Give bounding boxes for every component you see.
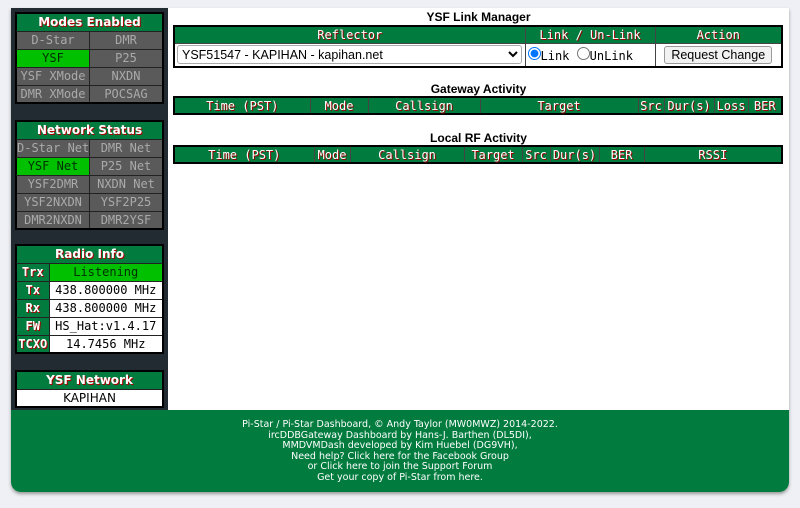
column-header: Time (PST) [173, 145, 315, 164]
status-modes-item: DMR XMode [15, 84, 90, 104]
column-header: Loss [713, 96, 749, 115]
column-header: BER [598, 145, 645, 164]
status-network-item: P25 Net [89, 156, 164, 176]
column-header: Dur(s) [549, 145, 600, 164]
status-network-item: YSF2P25 [89, 192, 164, 212]
column-header: Target [479, 96, 639, 115]
link-radio[interactable] [527, 46, 541, 60]
header-reflector: Reflector [173, 25, 526, 44]
link-label: Link [540, 48, 570, 63]
ysf-network-table: YSF Network KAPIHAN [15, 370, 164, 408]
column-header: BER [747, 96, 783, 115]
status-modes-item: NXDN [89, 66, 164, 86]
radio-info-title: Radio Info [15, 244, 164, 264]
radio-value: 14.7456 MHz [48, 334, 164, 354]
unlink-radio[interactable] [576, 46, 590, 60]
unlink-label: UnLink [589, 48, 633, 63]
radio-label: FW [15, 316, 50, 336]
gateway-activity-title: Gateway Activity [430, 82, 527, 96]
status-modes-item: DMR [89, 30, 164, 50]
radio-value: 438.800000 MHz [48, 280, 164, 300]
radio-label: Trx [15, 262, 50, 282]
dashboard: Modes Enabled D-Star DMR YSF P25 YSF XMode NXD… [11, 8, 789, 492]
sidebar: Modes Enabled D-Star DMR YSF P25 YSF XMode NXD… [11, 8, 168, 410]
status-modes-item: D-Star [15, 30, 90, 50]
main-content: YSF Link Manager Reflector Link / Un-Link… [168, 8, 789, 410]
footer: Pi-Star / Pi-Star Dashboard, © Andy Tayl… [11, 410, 789, 492]
status-network-item: YSF2NXDN [15, 192, 90, 212]
ysf-network-value: KAPIHAN [15, 388, 164, 408]
radio-value: Listening [48, 262, 164, 282]
radio-label: Tx [15, 280, 50, 300]
status-modes-item: YSF XMode [15, 66, 90, 86]
network-status-table: Network Status D-Star Net DMR Net YSF Net P2… [15, 120, 164, 230]
status-modes-item: P25 [89, 48, 164, 68]
radio-value: 438.800000 MHz [48, 298, 164, 318]
link-manager-table: Reflector Link / Un-Link Action YSF51547 -… [173, 25, 783, 68]
ysf-network-title: YSF Network [15, 370, 164, 390]
modes-enabled-table: Modes Enabled D-Star DMR YSF P25 YSF XMode NXD… [15, 12, 164, 104]
local-rf-table: Time (PST) Mode Callsign Target Src Dur(s) BER… [173, 145, 783, 164]
column-header: Src [637, 96, 665, 115]
radio-value: HS_Hat:v1.4.17 [48, 316, 164, 336]
column-header: Src [521, 145, 551, 164]
column-header: Mode [313, 145, 351, 164]
gateway-activity-table: Time (PST) Mode Callsign Target Src Dur(s) Los… [173, 96, 783, 115]
facebook-group-link[interactable]: Need help? Click here for the Facebook G… [291, 451, 509, 462]
radio-label: Rx [15, 298, 50, 318]
footer-copyright: Pi-Star / Pi-Star Dashboard, © Andy Tayl… [242, 419, 558, 430]
column-header: Dur(s) [663, 96, 715, 115]
column-header: Target [463, 145, 523, 164]
column-header: Callsign [367, 96, 481, 115]
radio-label: TCXO [15, 334, 50, 354]
get-pistar-link[interactable]: Get your copy of Pi-Star from here. [317, 472, 483, 483]
column-header: Mode [309, 96, 369, 115]
column-header: RSSI [643, 145, 783, 164]
link-manager-title: YSF Link Manager [426, 10, 531, 24]
header-link: Link / Un-Link [524, 25, 656, 44]
status-network-item: NXDN Net [89, 174, 164, 194]
status-network-item: YSF2DMR [15, 174, 90, 194]
column-header: Callsign [349, 145, 465, 164]
network-title: Network Status [15, 120, 164, 140]
radio-info-table: Radio Info Trx Listening Tx 438.800000 MHz Rx… [15, 244, 164, 354]
column-header: Time (PST) [173, 96, 311, 115]
status-network-item: D-Star Net [15, 138, 90, 158]
status-network-item: DMR2YSF [89, 210, 164, 230]
support-forum-link[interactable]: or Click here to join the Support Forum [308, 461, 493, 472]
local-rf-title: Local RF Activity [430, 131, 527, 145]
status-network-item: YSF Net [15, 156, 90, 176]
status-modes-item: POCSAG [89, 84, 164, 104]
header-action: Action [654, 25, 783, 44]
status-modes-item: YSF [15, 48, 90, 68]
reflector-select[interactable]: YSF51547 - KAPIHAN - kapihan.net [177, 45, 522, 65]
status-network-item: DMR2NXDN [15, 210, 90, 230]
request-change-button[interactable]: Request Change [664, 45, 773, 64]
status-network-item: DMR Net [89, 138, 164, 158]
modes-title: Modes Enabled [15, 12, 164, 32]
